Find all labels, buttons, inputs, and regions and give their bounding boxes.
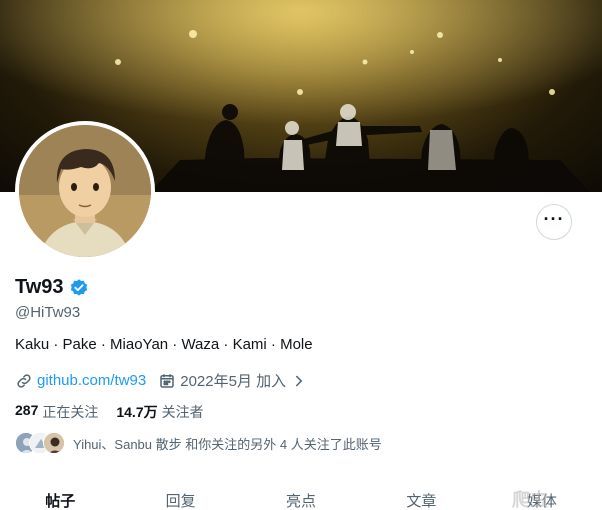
website-link[interactable]: github.com/tw93 bbox=[37, 372, 146, 389]
followers-count[interactable]: 14.7万 bbox=[116, 402, 157, 422]
verified-badge-icon[interactable] bbox=[69, 278, 89, 298]
name-row: Tw93 bbox=[15, 276, 89, 299]
tab-highlights[interactable]: 亮点 bbox=[241, 476, 361, 510]
follow-stats: 287 正在关注 14.7万 关注者 bbox=[15, 402, 222, 422]
followers-label[interactable]: 关注者 bbox=[162, 402, 204, 422]
website-item: github.com/tw93 bbox=[15, 372, 146, 390]
tab-posts[interactable]: 帖子 bbox=[0, 476, 120, 510]
watermark: 爬虫 bbox=[512, 490, 548, 510]
known-followers[interactable]: Yihui、Sanbu 散步 和你关注的另外 4 人关注了此账号 bbox=[15, 432, 382, 454]
calendar-icon bbox=[158, 372, 176, 390]
handle: @HiTw93 bbox=[15, 304, 81, 321]
chevron-right-icon bbox=[290, 372, 308, 390]
joined-date: 2022年5月 加入 bbox=[180, 373, 287, 390]
joined-item[interactable]: 2022年5月 加入 bbox=[158, 370, 308, 391]
following-count[interactable]: 287 bbox=[15, 402, 38, 422]
known-followers-text: Yihui、Sanbu 散步 和你关注的另外 4 人关注了此账号 bbox=[73, 436, 382, 452]
display-name: Tw93 bbox=[15, 276, 64, 298]
avatar-image bbox=[19, 125, 151, 257]
following-label[interactable]: 正在关注 bbox=[42, 402, 98, 422]
more-button[interactable]: ··· bbox=[536, 204, 572, 240]
tab-replies[interactable]: 回复 bbox=[120, 476, 240, 510]
more-icon: ··· bbox=[543, 209, 565, 229]
bio: Kaku · Pake · MiaoYan · Waza · Kami · Mo… bbox=[15, 336, 313, 353]
profile-meta: github.com/tw93 2022年5月 加入 bbox=[15, 370, 320, 391]
link-icon bbox=[15, 372, 33, 390]
avatar[interactable] bbox=[15, 121, 155, 261]
avatar bbox=[43, 432, 65, 454]
tab-articles[interactable]: 文章 bbox=[361, 476, 481, 510]
known-followers-avatars bbox=[15, 432, 67, 454]
